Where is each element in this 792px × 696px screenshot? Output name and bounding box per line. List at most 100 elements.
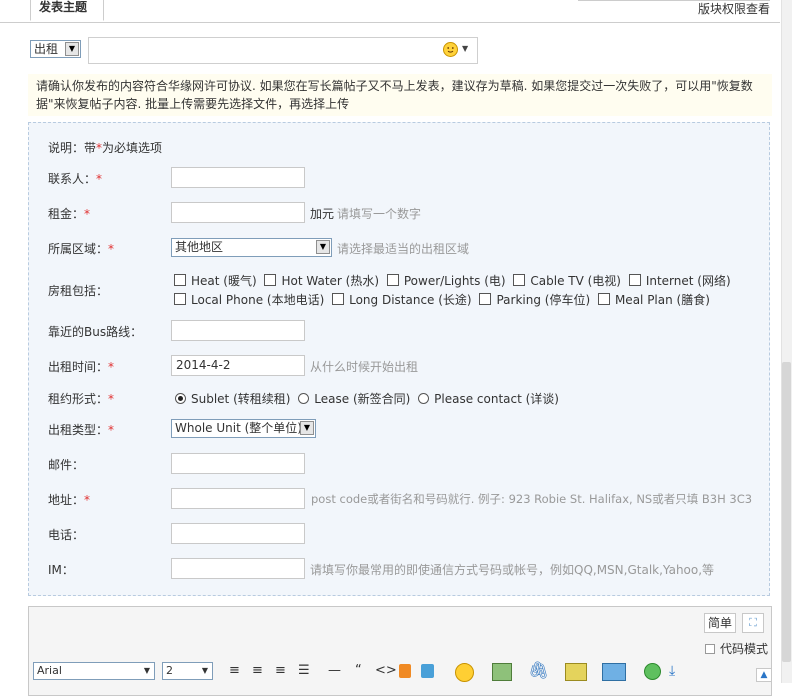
rental-type-value: Whole Unit (整个单位) <box>175 421 302 435</box>
required-star: * <box>84 207 91 221</box>
date-input[interactable]: 2014-4-2 <box>171 355 305 376</box>
contact-radio[interactable] <box>418 393 430 404</box>
title-input[interactable] <box>88 37 478 64</box>
contact-label-text: 联系人： <box>48 172 97 186</box>
code-mode-label: 代码模式 <box>720 642 769 656</box>
align-right-icon[interactable]: ≡ <box>275 663 286 679</box>
rent-input[interactable] <box>171 202 305 223</box>
scrollbar-thumb[interactable] <box>782 362 791 662</box>
phone-label: 电话： <box>48 528 85 542</box>
lease-radio[interactable] <box>298 393 310 404</box>
date-label-text: 出租时间： <box>48 360 109 374</box>
code-mode-checkbox[interactable] <box>705 644 715 654</box>
chevron-down-icon: ▼ <box>316 240 330 254</box>
kind-label: 出租类型：* <box>48 421 114 438</box>
image-icon[interactable] <box>492 663 512 681</box>
area-select[interactable]: 其他地区 ▼ <box>171 238 332 257</box>
lease-label: 租约形式：* <box>48 390 114 407</box>
rent-label: 租金：* <box>48 205 90 222</box>
hide-tag-icon[interactable] <box>421 664 434 678</box>
required-note-prefix: 说明：带 <box>48 141 97 155</box>
emoticon-icon[interactable] <box>455 663 474 682</box>
internet-checkbox[interactable] <box>628 274 641 286</box>
rent-label-text: 租金： <box>48 207 85 221</box>
music-icon[interactable] <box>565 663 587 681</box>
im-hint: 请填写你最常用的即使通信方式号码或帐号，例如QQ,MSN,Gtalk,Yahoo… <box>310 563 715 577</box>
chevron-down-icon: ▼ <box>143 666 150 675</box>
hot-water-checkbox[interactable] <box>264 274 277 286</box>
address-label: 地址：* <box>48 491 90 508</box>
align-left-icon[interactable]: ≡ <box>229 663 240 679</box>
fullscreen-icon[interactable]: ⛶ <box>742 613 764 633</box>
local-phone-checkbox[interactable] <box>174 293 186 305</box>
sublet-label: Sublet (转租续租) <box>191 392 291 406</box>
face-icon[interactable] <box>644 663 661 680</box>
emoticon-dropdown-icon[interactable]: ▼ <box>462 44 468 53</box>
post-type-select[interactable]: 出租 ▼ <box>30 40 81 58</box>
email-label: 邮件： <box>48 458 85 472</box>
long-distance-checkbox[interactable] <box>332 293 345 305</box>
local-phone-label: Local Phone (本地电话) <box>191 293 325 307</box>
parking-label: Parking (停车位) <box>496 293 591 307</box>
kind-label-text: 出租类型： <box>48 423 109 437</box>
code-mode-toggle[interactable]: 代码模式 <box>705 640 768 657</box>
meal-plan-checkbox[interactable] <box>597 293 610 305</box>
contact-option-label: Please contact (详谈) <box>434 392 559 406</box>
area-label-text: 所属区域： <box>48 242 109 256</box>
required-star: * <box>108 423 115 437</box>
forum-permission-link[interactable]: 版块权限查看 <box>698 0 770 17</box>
font-size-select[interactable]: 2 ▼ <box>162 662 213 680</box>
align-justify-icon[interactable]: ☰ <box>298 663 310 679</box>
collapse-up-icon[interactable]: ▲ <box>756 668 772 682</box>
area-hint: 请选择最适当的出租区域 <box>337 242 470 256</box>
required-note: 说明：带*为必填选项 <box>48 139 162 156</box>
email-field[interactable] <box>171 453 305 474</box>
cable-tv-checkbox[interactable] <box>513 274 526 286</box>
required-star: * <box>96 172 103 186</box>
smiley-icon[interactable] <box>443 42 458 57</box>
required-star: * <box>84 493 91 507</box>
rental-type-select[interactable]: Whole Unit (整个单位) ▼ <box>171 419 316 438</box>
bus-input[interactable] <box>171 320 305 341</box>
date-hint: 从什么时候开始出租 <box>310 360 419 374</box>
includes-label: 房租包括： <box>48 284 109 298</box>
cable-tv-label: Cable TV (电视) <box>530 274 621 288</box>
required-star: * <box>108 360 115 374</box>
sublet-radio[interactable] <box>175 393 186 404</box>
address-label-text: 地址： <box>48 493 85 507</box>
font-family-value: Arial <box>37 664 62 677</box>
internet-label: Internet (网络) <box>645 274 731 288</box>
phone-input[interactable] <box>171 523 305 544</box>
top-tab-strip <box>0 0 780 23</box>
heat-checkbox[interactable] <box>174 274 186 286</box>
code-icon[interactable]: <> <box>375 663 397 679</box>
power-label: Power/Lights (电) <box>403 274 506 288</box>
contact-input[interactable] <box>171 167 305 188</box>
font-family-select[interactable]: Arial ▼ <box>33 662 155 680</box>
date-label: 出租时间：* <box>48 358 114 375</box>
tab-post-topic[interactable]: 发表主题 <box>30 0 104 21</box>
post-type-value: 出租 <box>34 42 59 56</box>
area-value: 其他地区 <box>175 240 224 254</box>
hot-water-label: Hot Water (热水) <box>281 274 380 288</box>
required-star: * <box>108 242 115 256</box>
area-label: 所属区域：* <box>48 240 114 257</box>
heat-label: Heat (暖气) <box>191 274 257 288</box>
font-size-value: 2 <box>166 664 173 677</box>
free-tag-icon[interactable] <box>399 664 411 678</box>
align-center-icon[interactable]: ≡ <box>252 663 263 679</box>
address-input[interactable] <box>171 488 305 509</box>
chevron-down-icon: ▼ <box>65 42 79 56</box>
horizontal-rule-icon[interactable]: — <box>328 663 341 679</box>
power-checkbox[interactable] <box>386 274 399 286</box>
parking-checkbox[interactable] <box>479 293 492 305</box>
attachment-icon[interactable]: 🖇 <box>528 663 550 680</box>
lease-options: Sublet (转租续租) Lease (新签合同) Please contac… <box>175 390 563 407</box>
quote-icon[interactable]: “ <box>355 663 362 679</box>
download-icon[interactable]: ⤓ <box>669 663 675 679</box>
video-icon[interactable] <box>602 663 626 681</box>
im-label: IM： <box>48 563 74 577</box>
simple-mode-button[interactable]: 简单 <box>704 613 736 633</box>
im-input[interactable] <box>171 558 305 579</box>
address-hint: post code或者街名和号码就行. 例子: 923 Robie St. Ha… <box>311 492 753 506</box>
